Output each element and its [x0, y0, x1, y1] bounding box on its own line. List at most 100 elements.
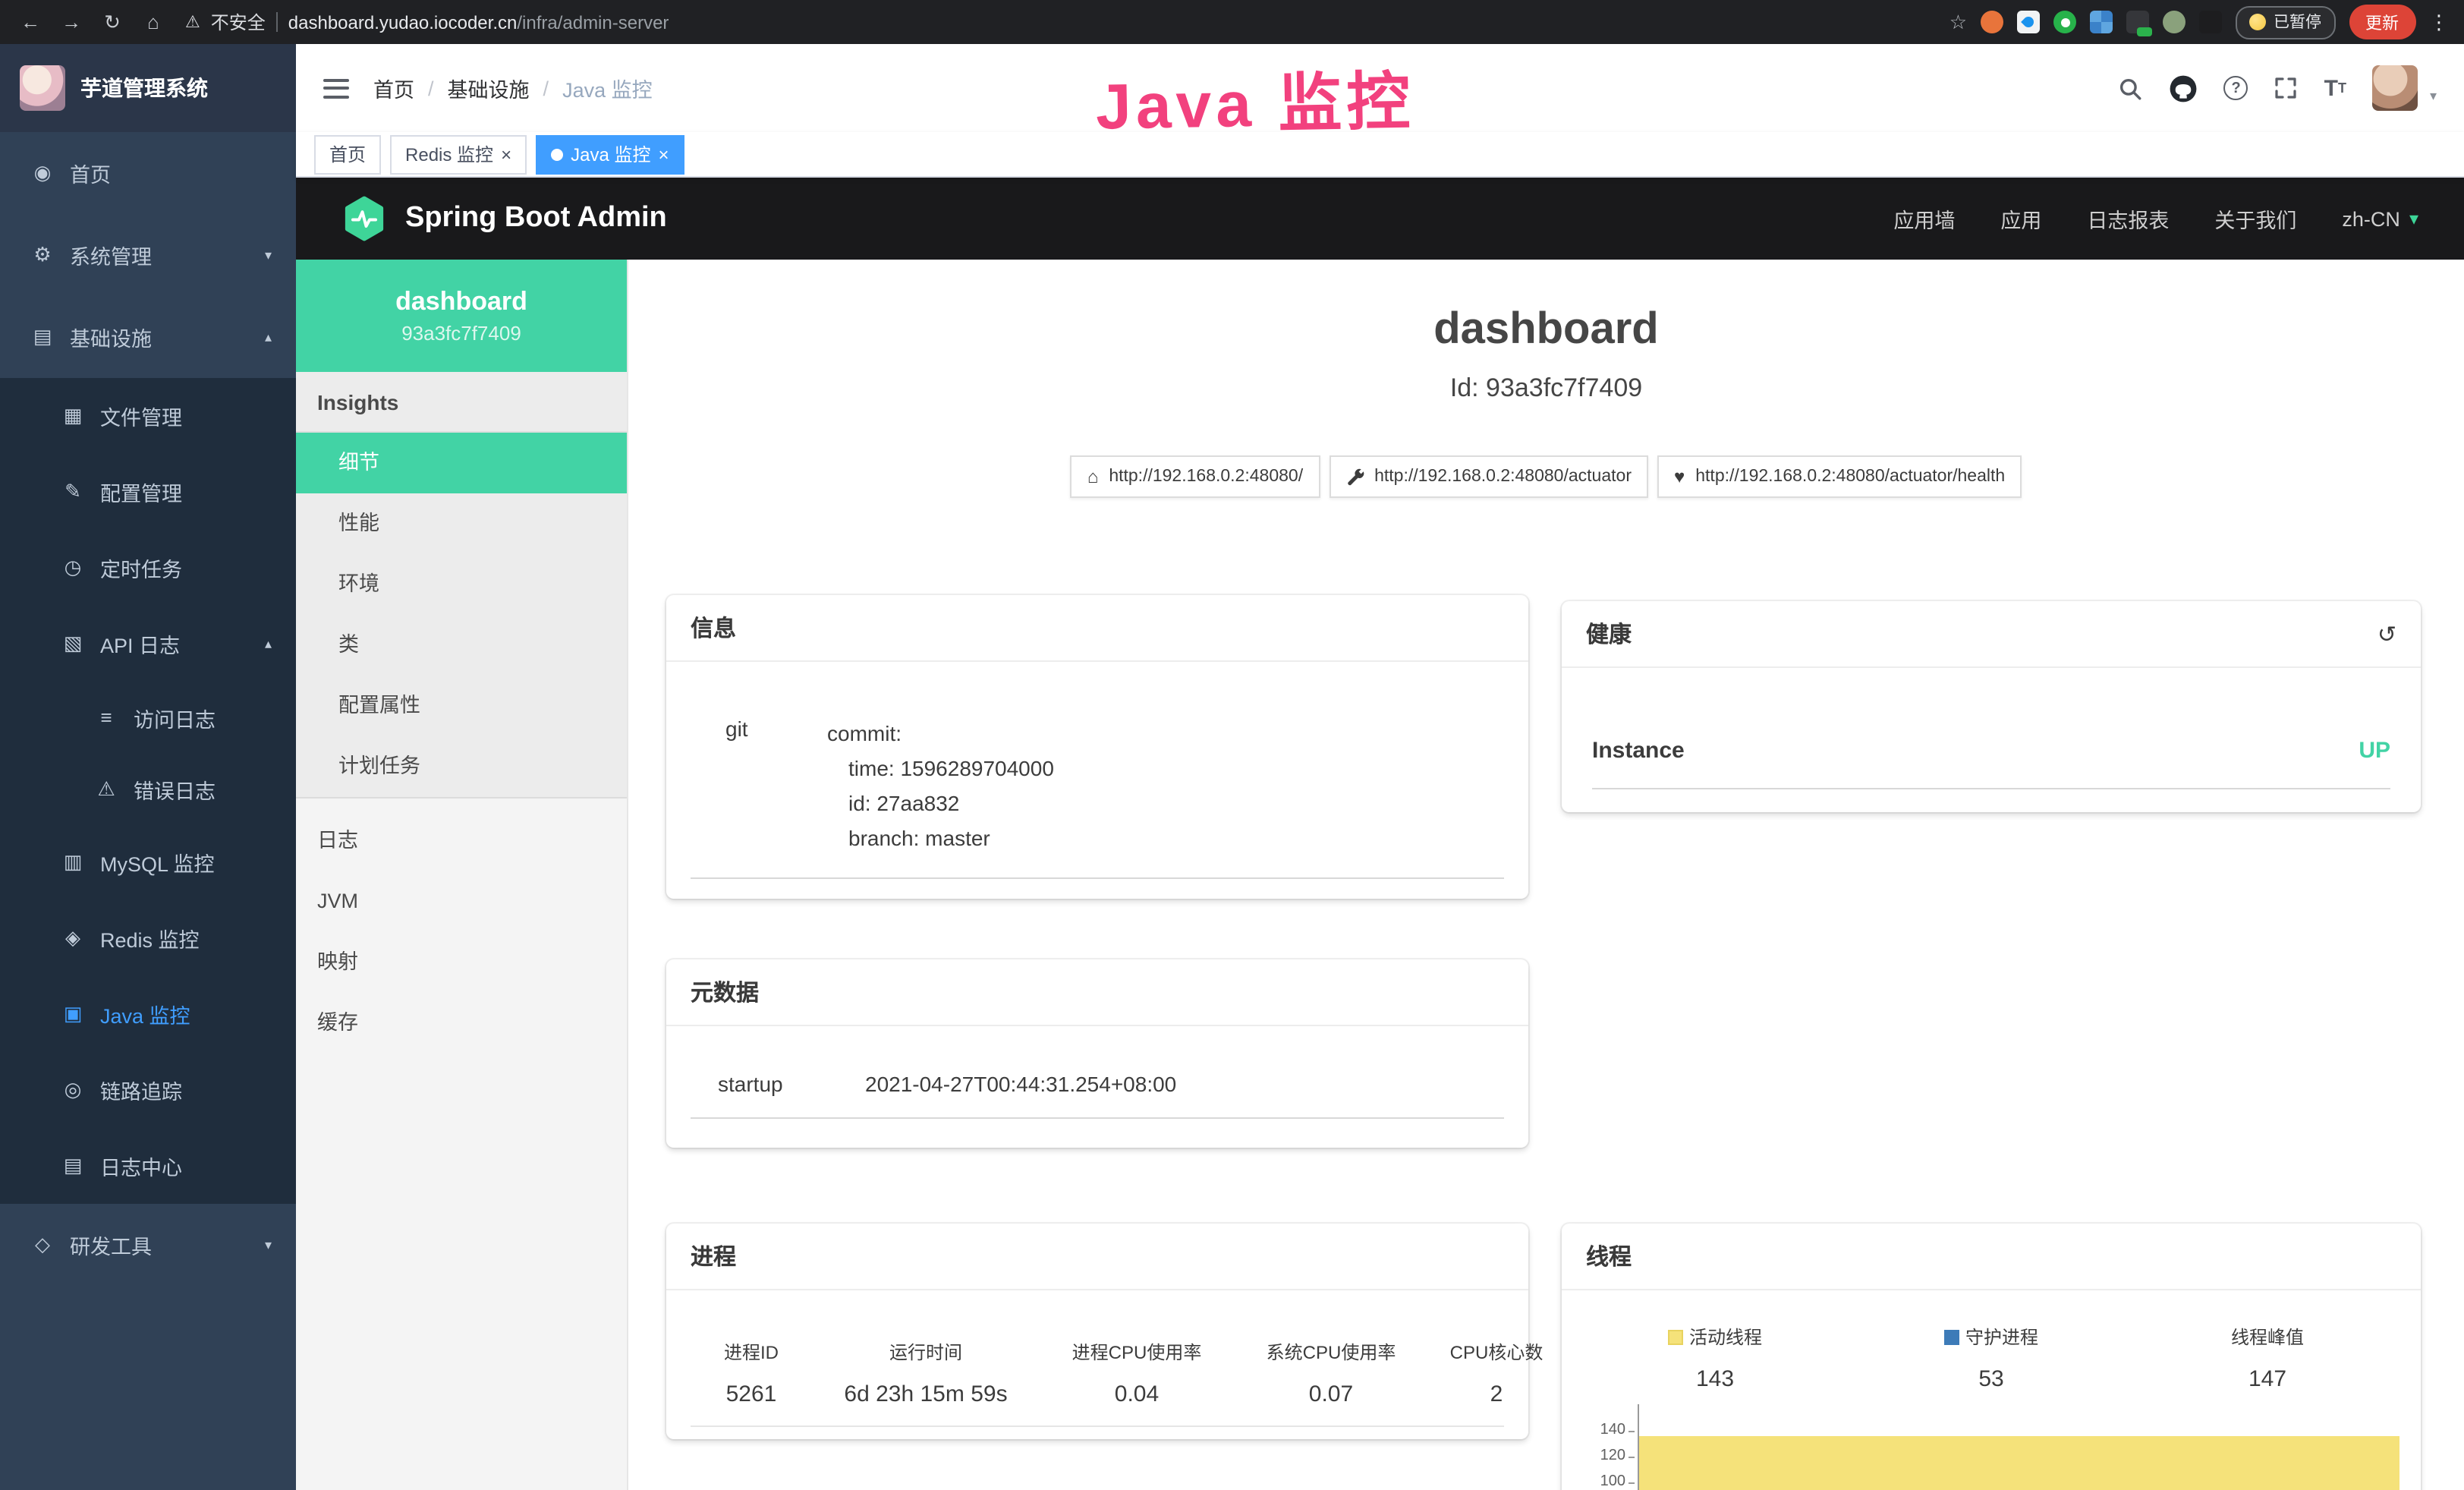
update-button[interactable]: 更新 [2349, 5, 2415, 39]
extension-icon-7[interactable] [2199, 11, 2222, 33]
sba-item-environment[interactable]: 环境 [296, 554, 627, 615]
browser-actions: ☆ 已暂停 更新 ⋮ [1949, 5, 2449, 39]
sidebar-item-label: 首页 [70, 158, 111, 188]
sba-item-jvm[interactable]: JVM [296, 871, 627, 932]
tab-label: 首页 [329, 141, 366, 167]
url-host[interactable]: dashboard.yudao.iocoder.cn [288, 11, 518, 33]
sidebar-item-redis-monitor[interactable]: ◈Redis 监控 [0, 900, 296, 976]
extension-icon-2[interactable] [2017, 11, 2040, 33]
card-info-header: 信息 [666, 595, 1528, 662]
close-icon[interactable]: × [658, 145, 669, 163]
paused-badge[interactable]: 已暂停 [2236, 5, 2335, 39]
card-title: 进程 [691, 1240, 736, 1272]
sba-item-config-props[interactable]: 配置属性 [296, 676, 627, 736]
sba-nav-wallboard[interactable]: 应用墙 [1893, 203, 1955, 234]
sidebar-item-scheduled-tasks[interactable]: ◷定时任务 [0, 530, 296, 606]
sba-brand[interactable]: Spring Boot Admin [405, 202, 667, 235]
url-text[interactable]: dashboard.yudao.iocoder.cn/infra/admin-s… [288, 11, 669, 33]
breadcrumb-home[interactable]: 首页 [373, 73, 414, 103]
sba-body: dashboard 93a3fc7f7409 Insights 细节 性能 环境… [296, 260, 2464, 1490]
sba-nav-journal[interactable]: 日志报表 [2087, 203, 2169, 234]
app-title: 芋道管理系统 [80, 73, 208, 103]
sidebar-toggle-icon[interactable] [323, 78, 349, 98]
dashboard-icon: ◉ [30, 161, 55, 185]
sba-nav-applications[interactable]: 应用 [2000, 203, 2041, 234]
breadcrumb-separator: / [428, 77, 434, 99]
sidebar-item-dev-tools[interactable]: ◇研发工具▾ [0, 1204, 296, 1286]
sidebar-item-access-logs[interactable]: ≡访问日志 [0, 682, 296, 753]
sidebar-item-label: API 日志 [100, 628, 180, 659]
extension-icon-1[interactable] [1981, 11, 2003, 33]
history-icon[interactable]: ↺ [2377, 620, 2396, 647]
omnibox-divider [276, 12, 278, 32]
sidebar-item-file-management[interactable]: ▦文件管理 [0, 378, 296, 454]
avatar[interactable] [2372, 65, 2418, 111]
back-icon[interactable]: ← [15, 11, 46, 33]
sba-item-scheduled-tasks[interactable]: 计划任务 [296, 736, 627, 797]
tab-redis-monitor[interactable]: Redis 监控× [390, 134, 527, 174]
font-size-icon[interactable]: TT [2324, 75, 2346, 101]
legend-peak-threads: 线程峰值 [2129, 1324, 2406, 1350]
page-title: dashboard [628, 305, 2464, 355]
log-center-icon: ▤ [61, 1154, 85, 1178]
extension-icon-3[interactable] [2053, 11, 2076, 33]
service-url-link[interactable]: ⌂http://192.168.0.2:48080/ [1071, 455, 1320, 498]
breadcrumb-current: Java 监控 [562, 73, 653, 103]
sba-item-classes[interactable]: 类 [296, 615, 627, 676]
sidebar-item-trace[interactable]: ◎链路追踪 [0, 1052, 296, 1128]
sidebar-item-java-monitor[interactable]: ▣Java 监控 [0, 976, 296, 1052]
security-warning-icon[interactable]: ⚠ [185, 12, 200, 32]
actuator-url-link[interactable]: http://192.168.0.2:48080/actuator [1329, 455, 1648, 498]
sba-nav-about[interactable]: 关于我们 [2214, 203, 2296, 234]
health-instance-row[interactable]: Instance UP [1592, 738, 2390, 789]
fullscreen-icon[interactable] [2274, 76, 2299, 100]
forward-icon[interactable]: → [56, 11, 87, 33]
chevron-down-icon[interactable]: ▾ [2430, 88, 2437, 111]
github-icon[interactable] [2170, 74, 2198, 102]
sidebar-item-system-management[interactable]: ⚙系统管理▾ [0, 214, 296, 296]
address-bar[interactable]: ⚠ 不安全 dashboard.yudao.iocoder.cn/infra/a… [179, 9, 1939, 35]
instance-id-subtitle: Id: 93a3fc7f7409 [628, 373, 2464, 404]
browser-menu-icon[interactable]: ⋮ [2429, 10, 2449, 34]
wrench-icon [1345, 468, 1364, 486]
card-health-header: 健康↺ [1562, 601, 2421, 668]
help-icon[interactable]: ? [2224, 76, 2248, 100]
extension-icon-5[interactable] [2126, 11, 2149, 33]
instance-id: 93a3fc7f7409 [401, 322, 521, 345]
sidebar-item-config-management[interactable]: ✎配置管理 [0, 454, 296, 530]
emoji-face-icon [2249, 14, 2266, 30]
bookmark-star-icon[interactable]: ☆ [1949, 10, 1967, 34]
search-icon[interactable] [2118, 75, 2144, 101]
tools-icon: ◇ [30, 1233, 55, 1257]
app-logo[interactable]: 芋道管理系统 [0, 44, 296, 132]
instance-links: ⌂http://192.168.0.2:48080/ http://192.16… [628, 455, 2464, 498]
sba-item-details[interactable]: 细节 [296, 433, 627, 493]
locale-label: zh-CN [2342, 207, 2400, 230]
locale-select[interactable]: zh-CN▾ [2342, 207, 2418, 230]
process-col-value: 6d 23h 15m 59s [812, 1381, 1040, 1407]
extension-icon-6[interactable] [2163, 11, 2186, 33]
home-icon[interactable]: ⌂ [138, 11, 168, 33]
sidebar-item-infrastructure[interactable]: ▤基础设施▴ [0, 296, 296, 378]
sba-item-performance[interactable]: 性能 [296, 493, 627, 554]
cards-area: 信息 git commit: time: 1596289704000 id: 2… [628, 595, 2464, 1490]
instance-header[interactable]: dashboard 93a3fc7f7409 [296, 260, 627, 372]
reload-icon[interactable]: ↻ [97, 10, 127, 34]
tab-home[interactable]: 首页 [314, 134, 381, 174]
sba-item-mappings[interactable]: 映射 [296, 932, 627, 993]
sba-item-caches[interactable]: 缓存 [296, 993, 627, 1054]
sidebar-item-log-center[interactable]: ▤日志中心 [0, 1128, 296, 1204]
url-path[interactable]: /infra/admin-server [517, 11, 669, 33]
security-label[interactable]: 不安全 [211, 9, 266, 35]
git-branch-line: branch: master [827, 821, 1504, 856]
close-icon[interactable]: × [501, 145, 511, 163]
sidebar-item-error-logs[interactable]: ⚠错误日志 [0, 753, 296, 824]
sba-item-logs[interactable]: 日志 [296, 811, 627, 871]
sidebar-item-home[interactable]: ◉ 首页 [0, 132, 296, 214]
breadcrumb-infrastructure[interactable]: 基础设施 [448, 73, 530, 103]
tab-java-monitor[interactable]: Java 监控× [536, 134, 684, 174]
health-url-link[interactable]: ♥http://192.168.0.2:48080/actuator/healt… [1657, 455, 2022, 498]
sidebar-item-api-logs[interactable]: ▧API 日志▴ [0, 606, 296, 682]
extension-icon-4[interactable] [2090, 11, 2113, 33]
sidebar-item-mysql-monitor[interactable]: ▥MySQL 监控 [0, 824, 296, 900]
